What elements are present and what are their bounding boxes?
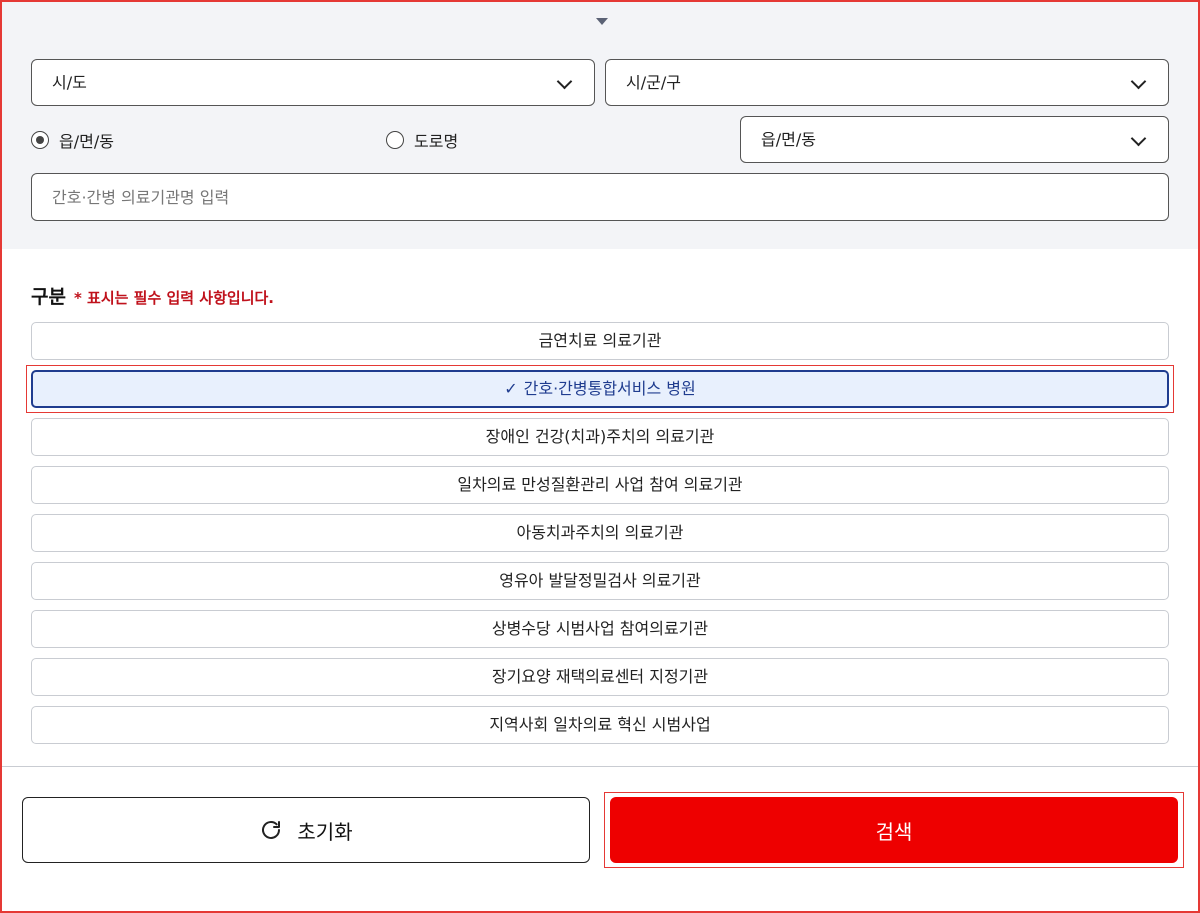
category-item-label: 상병수당 시범사업 참여의료기관 [491, 619, 709, 638]
radio-label: 읍/면/동 [59, 132, 114, 151]
chevron-down-icon [556, 73, 573, 90]
radio-unchecked-icon [386, 131, 404, 149]
category-item[interactable]: 지역사회 일차의료 혁신 시범사업 [31, 706, 1169, 744]
category-item[interactable]: 아동치과주치의 의료기관 [31, 514, 1169, 552]
refresh-icon [259, 818, 283, 842]
category-header: 구분 * 표시는 필수 입력 사항입니다. [31, 282, 274, 309]
category-item-label: 영유아 발달정밀검사 의료기관 [499, 571, 701, 590]
sigungu-select[interactable]: 시/군/구 [605, 59, 1169, 106]
radio-checked-icon [31, 131, 49, 149]
sido-select-label: 시/도 [52, 73, 87, 92]
category-item-label: 금연치료 의료기관 [538, 331, 662, 350]
category-item-label: 간호·간병통합서비스 병원 [523, 379, 696, 398]
search-button[interactable]: 검색 [610, 797, 1178, 863]
category-item[interactable]: 일차의료 만성질환관리 사업 참여 의료기관 [31, 466, 1169, 504]
category-item-label: 지역사회 일차의료 혁신 시범사업 [489, 715, 711, 734]
category-item[interactable]: 영유아 발달정밀검사 의료기관 [31, 562, 1169, 600]
category-item-selected[interactable]: ✓ 간호·간병통합서비스 병원 [31, 370, 1169, 408]
required-note: * 표시는 필수 입력 사항입니다. [73, 289, 275, 307]
category-title: 구분 [31, 286, 66, 308]
dong-select-label: 읍/면/동 [761, 130, 816, 149]
category-item-label: 장애인 건강(치과)주치의 의료기관 [485, 427, 715, 446]
search-button-label: 검색 [875, 819, 913, 844]
sigungu-select-label: 시/군/구 [626, 73, 681, 92]
category-item[interactable]: 금연치료 의료기관 [31, 322, 1169, 360]
category-item[interactable]: 상병수당 시범사업 참여의료기관 [31, 610, 1169, 648]
sido-select[interactable]: 시/도 [31, 59, 595, 106]
chevron-down-icon [1130, 73, 1147, 90]
radio-doromyeong[interactable]: 도로명 [386, 128, 458, 152]
check-icon: ✓ [504, 379, 518, 398]
category-item-label: 장기요양 재택의료센터 지정기관 [491, 667, 709, 686]
category-item-label: 일차의료 만성질환관리 사업 참여 의료기관 [457, 475, 743, 494]
category-item-label: 아동치과주치의 의료기관 [516, 523, 684, 542]
reset-button[interactable]: 초기화 [22, 797, 590, 863]
reset-button-label: 초기화 [297, 819, 353, 844]
footer-divider [2, 766, 1198, 767]
chevron-down-icon [1130, 130, 1147, 147]
dong-select[interactable]: 읍/면/동 [740, 116, 1169, 163]
institution-name-input[interactable] [31, 173, 1169, 221]
radio-label: 도로명 [414, 132, 459, 151]
category-item[interactable]: 장기요양 재택의료센터 지정기관 [31, 658, 1169, 696]
collapse-arrow-icon[interactable] [596, 18, 608, 25]
radio-eupmyeondong[interactable]: 읍/면/동 [31, 128, 114, 152]
category-item[interactable]: 장애인 건강(치과)주치의 의료기관 [31, 418, 1169, 456]
